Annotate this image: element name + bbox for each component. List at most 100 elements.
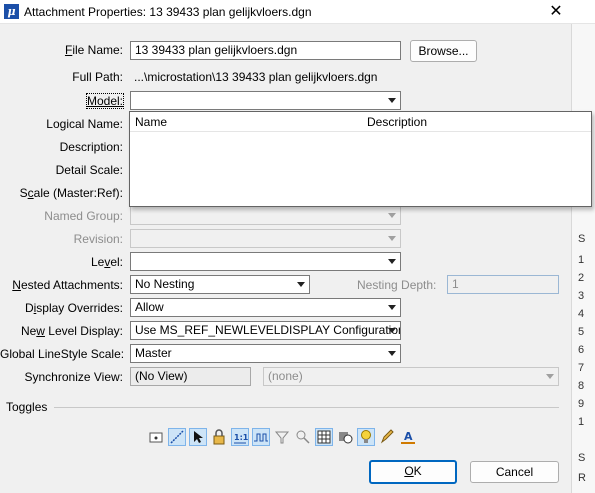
light-bulb-toggle-icon[interactable]: [357, 428, 375, 446]
close-icon[interactable]: ✕: [546, 2, 566, 22]
logical-name-label: Logical Name:: [0, 117, 123, 131]
level-label-pre: Le: [90, 255, 105, 269]
grid-toggle-icon[interactable]: [315, 428, 333, 446]
display-raster-toggle-icon[interactable]: [336, 428, 354, 446]
side-strip-text: 6: [578, 344, 585, 356]
side-strip-text: 1: [578, 416, 585, 428]
clip-toggle-icon[interactable]: [273, 428, 291, 446]
model-select[interactable]: [130, 91, 401, 110]
treat-as-element-toggle-icon[interactable]: [294, 428, 312, 446]
chevron-down-icon: [388, 305, 396, 310]
synchronize-view-secondary-select: (none): [263, 367, 559, 386]
svg-text:A: A: [404, 430, 413, 443]
column-header-name[interactable]: Name: [135, 115, 167, 129]
nested-attachments-label: Nested Attachments:: [0, 278, 123, 292]
side-strip-text: 1: [578, 254, 585, 266]
synchronize-view-field: (No View): [130, 367, 251, 386]
scale-label: Scale (Master:Ref):: [0, 186, 123, 200]
global-linestyle-scale-label: Global LineStyle Scale:: [0, 347, 125, 361]
description-label: Description:: [59, 140, 123, 154]
new-level-display-label-rest: Level Display:: [44, 324, 123, 338]
lock-toggle-icon[interactable]: [210, 428, 228, 446]
column-header-description[interactable]: Description: [367, 115, 427, 129]
display-overrides-value: Allow: [135, 300, 164, 314]
side-strip-text: S: [578, 452, 586, 464]
chevron-down-icon: [388, 259, 396, 264]
text-annotation-toggle-icon[interactable]: A: [399, 428, 417, 446]
side-strip-text: 9: [578, 398, 585, 410]
level-select[interactable]: [130, 252, 401, 271]
chevron-down-icon: [297, 282, 305, 287]
new-level-display-label: New Level Display:: [0, 324, 123, 338]
display-overrides-select[interactable]: Allow: [130, 298, 401, 317]
side-strip-text: 8: [578, 380, 585, 392]
model-label-rest: odel:: [96, 94, 123, 108]
global-linestyle-scale-value: Master: [135, 346, 172, 360]
line-styles-toggle-icon[interactable]: [252, 428, 270, 446]
scale-label-pre: S: [19, 186, 28, 200]
display-overrides-label: Display Overrides:: [0, 301, 123, 315]
model-label: Model:: [0, 93, 125, 109]
toggles-label: Toggles: [6, 400, 48, 414]
detail-scale-label: Detail Scale:: [55, 163, 123, 177]
synchronize-view-secondary-value: (none): [268, 369, 303, 383]
side-strip-text: S: [578, 233, 586, 245]
ok-button[interactable]: OK: [369, 460, 457, 484]
chevron-down-icon: [388, 351, 396, 356]
side-strip-text: 5: [578, 326, 585, 338]
new-level-display-label-accel: w: [36, 324, 45, 338]
revision-label: Revision:: [73, 232, 123, 246]
new-level-display-label-pre: Ne: [20, 324, 37, 338]
full-path-label: Full Path:: [72, 70, 123, 84]
model-dropdown-list[interactable]: Name Description: [129, 111, 592, 207]
level-label: Level:: [0, 255, 123, 269]
file-name-label: File Name:: [0, 43, 123, 57]
file-name-field[interactable]: 13 39433 plan gelijkvloers.dgn: [130, 41, 401, 60]
chevron-down-icon: [388, 236, 396, 241]
synchronize-view-label: Synchronize View:: [24, 370, 124, 384]
browse-button[interactable]: Browse...: [410, 40, 477, 62]
ok-button-rest: K: [413, 464, 422, 478]
cancel-button[interactable]: Cancel: [470, 461, 559, 483]
header-divider: [130, 131, 591, 132]
logical-name-label-rest: ical Name:: [66, 117, 123, 131]
model-label-accel: M: [86, 94, 97, 108]
title-bar: μ Attachment Properties: 13 39433 plan g…: [0, 0, 595, 24]
toggles-divider: [54, 407, 559, 408]
locate-toggle-icon[interactable]: [189, 428, 207, 446]
side-strip-text: 4: [578, 308, 585, 320]
new-level-display-value: Use MS_REF_NEWLEVELDISPLAY Configuration…: [135, 323, 401, 337]
nesting-depth-field: 1: [447, 275, 559, 294]
nesting-depth-label: Nesting Depth:: [357, 278, 437, 292]
side-strip-text: 3: [578, 290, 585, 302]
display-overrides-label-rest: splay Overrides:: [36, 301, 123, 315]
logical-name-label-pre: Lo: [46, 117, 60, 131]
nested-attachments-label-accel: N: [12, 278, 21, 292]
background-window-strip: S 1 2 3 4 5 6 7 8 9 1 S R: [571, 24, 595, 493]
window-title: Attachment Properties: 13 39433 plan gel…: [24, 5, 312, 19]
revision-select: [130, 229, 401, 248]
global-linestyle-scale-select[interactable]: Master: [130, 344, 401, 363]
snap-toggle-icon[interactable]: [168, 428, 186, 446]
svg-text:1:1: 1:1: [234, 433, 248, 442]
named-group-select: [130, 206, 401, 225]
nested-attachments-value: No Nesting: [135, 277, 195, 291]
display-toggle-icon[interactable]: [147, 428, 165, 446]
named-group-label: Named Group:: [44, 209, 123, 223]
scale-label-rest: ale (Master:Ref):: [33, 186, 123, 200]
full-path-value: ...\microstation\13 39433 plan gelijkvlo…: [134, 70, 378, 84]
chevron-down-icon: [388, 98, 396, 103]
nested-attachments-select[interactable]: No Nesting: [130, 275, 310, 294]
chevron-down-icon: [546, 374, 554, 379]
microstation-app-icon: μ: [4, 4, 19, 19]
side-strip-text: 2: [578, 272, 585, 284]
file-name-label-rest: ile Name:: [72, 43, 123, 57]
ok-button-accel: O: [404, 464, 414, 478]
new-level-display-select[interactable]: Use MS_REF_NEWLEVELDISPLAY Configuration…: [130, 321, 401, 340]
chevron-down-icon: [388, 213, 396, 218]
side-strip-text: 7: [578, 362, 585, 374]
side-strip-text: R: [578, 472, 586, 484]
chevron-down-icon: [388, 328, 396, 333]
scale-line-styles-toggle-icon[interactable]: 1:1: [231, 428, 249, 446]
pencil-toggle-icon[interactable]: [378, 428, 396, 446]
